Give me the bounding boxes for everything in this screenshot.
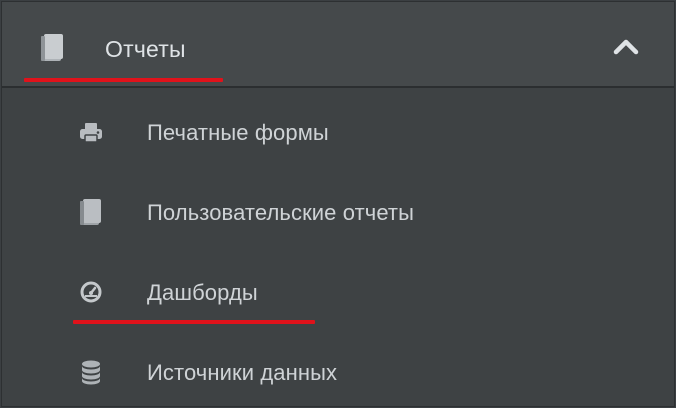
printer-icon [80, 123, 102, 143]
menu-item-data-sources[interactable]: Источники данных [2, 332, 674, 408]
book-icon [41, 34, 63, 61]
menu-item-custom-reports[interactable]: Пользовательские отчеты [2, 172, 674, 250]
menu-item-label: Пользовательские отчеты [147, 200, 415, 225]
title-highlight-underline [24, 78, 223, 82]
reports-menu: Отчеты Печатные формы Пользовательские о… [1, 1, 675, 407]
menu-item-label: Печатные формы [147, 120, 329, 145]
menu-title: Отчеты [105, 36, 186, 62]
dashboard-gauge-icon [80, 281, 102, 303]
book-icon [80, 199, 101, 225]
menu-item-print-forms[interactable]: Печатные формы [2, 92, 674, 170]
chevron-up-icon[interactable] [612, 36, 640, 56]
database-icon [82, 360, 100, 385]
menu-item-label: Дашборды [147, 280, 258, 305]
item-highlight-underline [73, 320, 315, 324]
reports-menu-header[interactable]: Отчеты [2, 2, 674, 88]
menu-item-dashboards[interactable]: Дашборды [2, 252, 674, 330]
menu-item-label: Источники данных [147, 360, 338, 385]
